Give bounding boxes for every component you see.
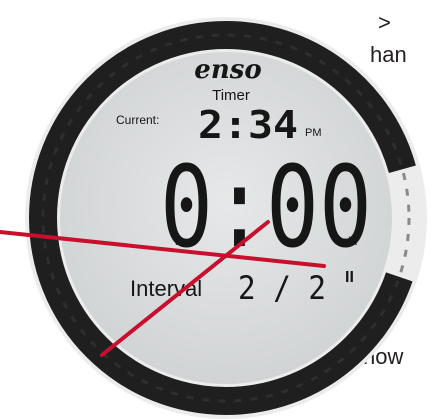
pause-icon: II [345, 269, 354, 286]
interval-label: Interval [130, 276, 202, 301]
timer-device: enso Timer Current: 2:34 PM 0:00 hr min … [0, 17, 427, 419]
minutes-unit-label: min [338, 234, 357, 248]
mode-label: Timer [212, 87, 250, 104]
brand-logo: enso [194, 55, 261, 85]
current-label: Current: [116, 113, 159, 127]
am-pm-label: PM [305, 127, 322, 139]
hours-unit-label: hr [175, 234, 186, 248]
interval-value: 2 / 2 [238, 269, 326, 307]
current-time: 2:34 [198, 103, 298, 147]
